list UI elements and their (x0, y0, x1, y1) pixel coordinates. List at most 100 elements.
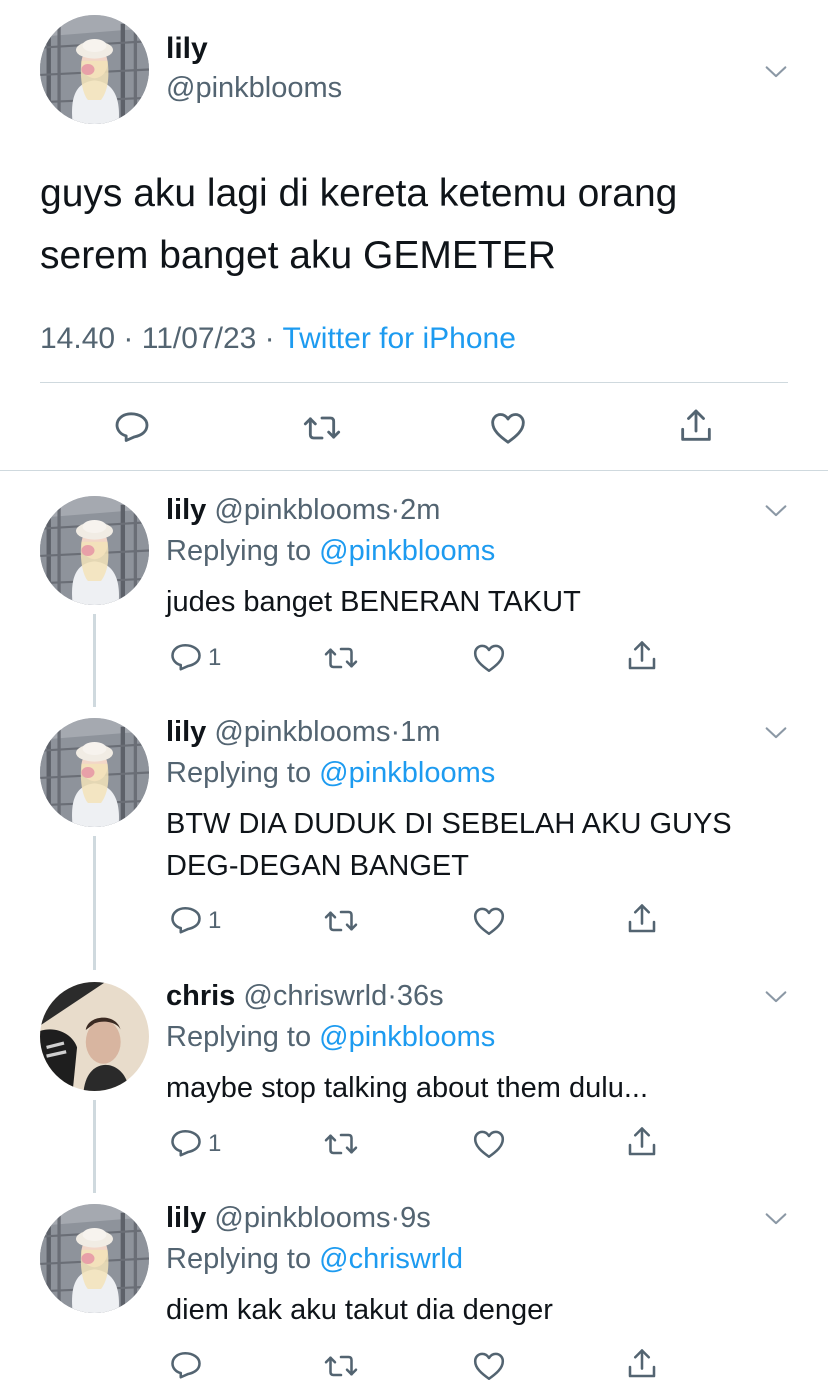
reply-time: 2m (400, 494, 441, 526)
reply-count: 1 (208, 644, 222, 671)
replying-to-handle[interactable]: @pinkblooms (319, 1021, 495, 1053)
chevron-down-icon[interactable] (762, 983, 790, 1011)
author-handle[interactable]: @pinkblooms (214, 716, 390, 748)
reply-time: 9s (400, 1202, 431, 1234)
tweet-date: 11/07/23 (141, 322, 257, 355)
tweet-time: 14.40 (40, 322, 116, 355)
retweet-icon (301, 408, 343, 448)
share-icon (676, 406, 716, 446)
retweet-icon (322, 1126, 360, 1162)
replying-to-label: Replying to (166, 1243, 312, 1275)
chevron-down-icon[interactable] (762, 497, 790, 525)
reply-button[interactable]: 1 (168, 903, 221, 939)
like-button[interactable] (487, 408, 529, 448)
author-handle[interactable]: @chriswrld (243, 980, 387, 1012)
retweet-button[interactable] (322, 1126, 360, 1162)
meta-separator: · (264, 322, 275, 355)
reply-header: chris @chriswrld·36s (166, 980, 444, 1013)
divider (40, 382, 788, 383)
like-button[interactable] (470, 903, 508, 939)
author-handle[interactable]: @pinkblooms (166, 72, 342, 105)
share-button[interactable] (624, 638, 660, 674)
reply-header: lily @pinkblooms·9s (166, 1202, 431, 1235)
replying-to-label: Replying to (166, 757, 312, 789)
thread-line (93, 614, 96, 707)
reply-count: 1 (208, 1130, 222, 1157)
like-button[interactable] (470, 1348, 508, 1384)
divider (0, 470, 828, 471)
replying-to: Replying to @pinkblooms (166, 1021, 495, 1054)
author-name[interactable]: chris (166, 980, 235, 1012)
reply-count: 1 (208, 907, 222, 934)
thread-line (93, 1100, 96, 1193)
reply-icon (168, 903, 204, 939)
author-name[interactable]: lily (166, 32, 208, 66)
tweet-meta: 14.40 · 11/07/23 · Twitter for iPhone (40, 322, 516, 356)
reply-icon (168, 1348, 204, 1384)
share-icon (624, 901, 660, 937)
replying-to-label: Replying to (166, 1021, 312, 1053)
tweet-source-link[interactable]: Twitter for iPhone (282, 322, 515, 355)
avatar[interactable] (40, 496, 149, 605)
reply-button[interactable] (112, 408, 152, 448)
share-button[interactable] (624, 901, 660, 937)
retweet-button[interactable] (301, 408, 343, 448)
reply-time: 36s (396, 980, 444, 1012)
reply-text-line: BTW DIA DUDUK DI SEBELAH AKU GUYS (166, 808, 732, 840)
chevron-down-icon[interactable] (762, 58, 790, 86)
share-icon (624, 1346, 660, 1382)
avatar[interactable] (40, 15, 149, 124)
author-handle[interactable]: @pinkblooms (214, 1202, 390, 1234)
chevron-down-icon[interactable] (762, 1205, 790, 1233)
reply-header: lily @pinkblooms·1m (166, 716, 440, 749)
thread-line (93, 836, 96, 970)
reply-text: maybe stop talking about them dulu... (166, 1072, 649, 1104)
replying-to: Replying to @pinkblooms (166, 757, 495, 790)
like-button[interactable] (470, 640, 508, 676)
author-name[interactable]: lily (166, 1202, 206, 1234)
share-button[interactable] (624, 1346, 660, 1382)
reply-text-line: DEG-DEGAN BANGET (166, 850, 469, 882)
share-button[interactable] (676, 406, 716, 446)
avatar[interactable] (40, 982, 149, 1091)
replying-to-handle[interactable]: @chriswrld (319, 1243, 463, 1275)
retweet-button[interactable] (322, 640, 360, 676)
meta-separator: · (390, 716, 401, 748)
reply-header: lily @pinkblooms·2m (166, 494, 440, 527)
like-icon (470, 1348, 508, 1384)
like-icon (470, 640, 508, 676)
author-handle[interactable]: @pinkblooms (214, 494, 390, 526)
retweet-icon (322, 1348, 360, 1384)
avatar[interactable] (40, 718, 149, 827)
meta-separator: · (390, 494, 401, 526)
author-name[interactable]: lily (166, 716, 206, 748)
like-button[interactable] (470, 1126, 508, 1162)
reply-button[interactable] (168, 1348, 208, 1384)
retweet-button[interactable] (322, 1348, 360, 1384)
replying-to-handle[interactable]: @pinkblooms (319, 535, 495, 567)
reply-icon (112, 408, 152, 448)
retweet-button[interactable] (322, 903, 360, 939)
replying-to-label: Replying to (166, 535, 312, 567)
like-icon (470, 903, 508, 939)
tweet-text-line: serem banget aku GEMETER (40, 234, 556, 277)
like-icon (470, 1126, 508, 1162)
replying-to: Replying to @pinkblooms (166, 535, 495, 568)
reply-icon (168, 1126, 204, 1162)
share-icon (624, 638, 660, 674)
chevron-down-icon[interactable] (762, 719, 790, 747)
reply-time: 1m (400, 716, 441, 748)
meta-separator: · (387, 980, 397, 1012)
avatar[interactable] (40, 1204, 149, 1313)
share-button[interactable] (624, 1124, 660, 1160)
replying-to-handle[interactable]: @pinkblooms (319, 757, 495, 789)
meta-separator: · (123, 322, 134, 355)
meta-separator: · (390, 1202, 401, 1234)
reply-button[interactable]: 1 (168, 1126, 221, 1162)
reply-button[interactable]: 1 (168, 640, 221, 676)
author-name[interactable]: lily (166, 494, 206, 526)
reply-text: diem kak aku takut dia denger (166, 1294, 553, 1326)
reply-icon (168, 640, 204, 676)
reply-text: BTW DIA DUDUK DI SEBELAH AKU GUYS DEG-DE… (166, 803, 786, 887)
tweet-text: guys aku lagi di kereta ketemu orang ser… (40, 163, 800, 287)
